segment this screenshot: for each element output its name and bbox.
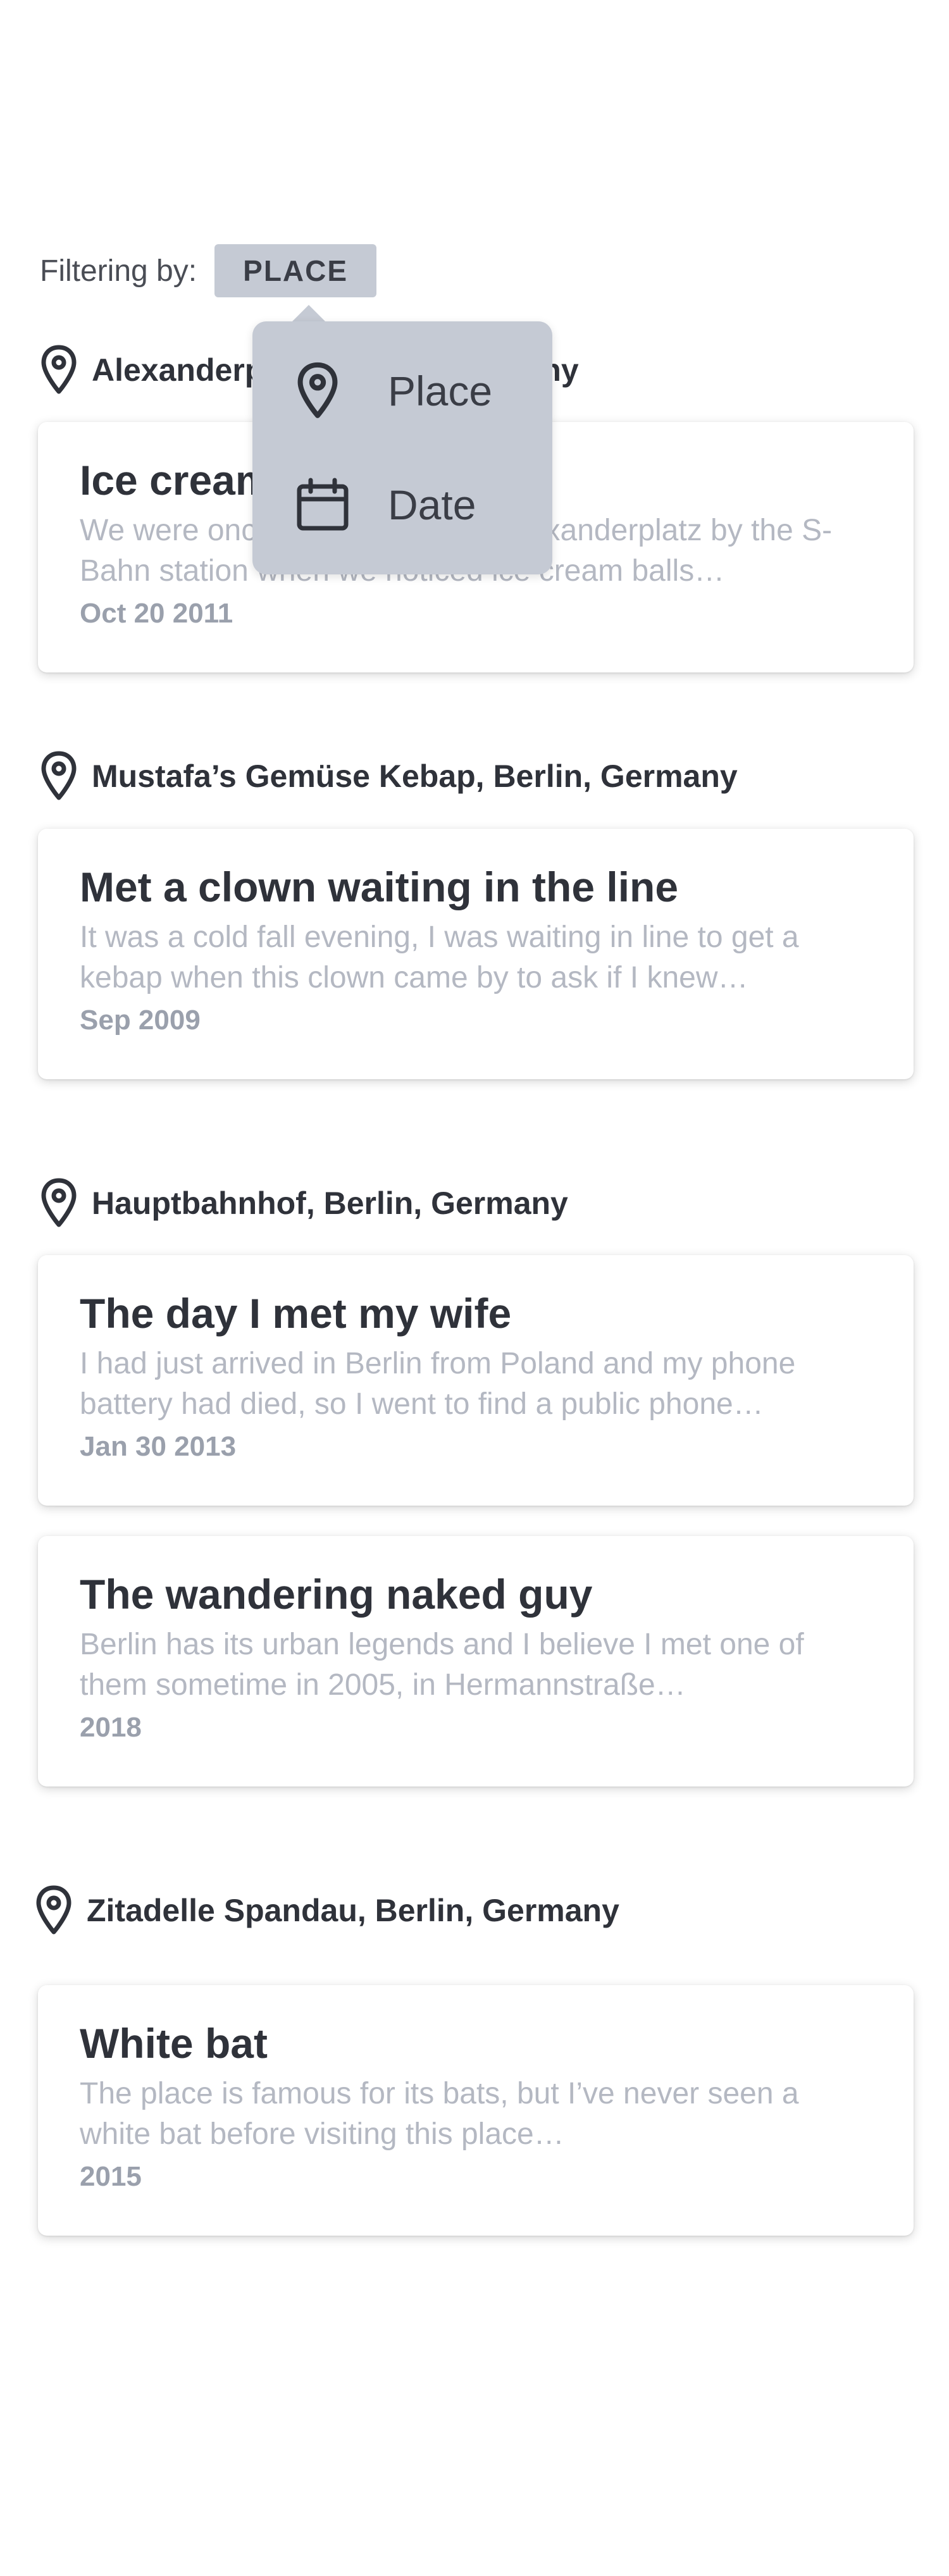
location-header: Hauptbahnhof, Berlin, Germany: [40, 1177, 568, 1230]
menu-item-place[interactable]: Place: [252, 334, 552, 448]
story-date: 2018: [80, 1712, 142, 1743]
pin-icon: [40, 1177, 80, 1230]
story-date: 2015: [80, 2161, 142, 2192]
calendar-icon: [295, 478, 365, 532]
story-card[interactable]: The day I met my wife I had just arrived…: [38, 1255, 914, 1506]
story-title: Met a clown waiting in the line: [80, 864, 679, 910]
location-name: Zitadelle Spandau, Berlin, Germany: [87, 1893, 619, 1928]
story-card[interactable]: The wandering naked guy Berlin has its u…: [38, 1536, 914, 1786]
filter-dropdown-button[interactable]: PLACE: [214, 244, 377, 297]
menu-item-label: Place: [388, 368, 493, 414]
menu-item-label: Date: [388, 481, 476, 528]
story-date: Sep 2009: [80, 1005, 201, 1036]
story-date: Oct 20 2011: [80, 598, 233, 629]
story-title: The day I met my wife: [80, 1290, 512, 1337]
story-card[interactable]: White bat The place is famous for its ba…: [38, 1985, 914, 2236]
pin-icon: [40, 750, 80, 803]
story-title: The wandering naked guy: [80, 1571, 593, 1618]
location-name: Hauptbahnhof, Berlin, Germany: [92, 1186, 568, 1221]
story-excerpt: Berlin has its urban legends and I belie…: [80, 1628, 804, 1702]
menu-item-date[interactable]: Date: [252, 448, 552, 562]
filter-label: Filtering by:: [40, 254, 197, 288]
story-excerpt: It was a cold fall evening, I was waitin…: [80, 920, 799, 994]
pin-icon: [35, 1884, 75, 1937]
story-card[interactable]: Met a clown waiting in the line It was a…: [38, 829, 914, 1079]
dropdown-caret: [291, 305, 326, 323]
story-title: White bat: [80, 2020, 268, 2067]
location-header: Zitadelle Spandau, Berlin, Germany: [35, 1884, 619, 1937]
filter-dropdown-menu: Place Date: [252, 321, 552, 574]
pin-icon: [40, 344, 80, 397]
location-name: Mustafa’s Gemüse Kebap, Berlin, Germany: [92, 759, 738, 794]
pin-icon: [295, 361, 365, 421]
filter-bar: Filtering by: PLACE: [40, 243, 377, 299]
story-excerpt: The place is famous for its bats, but I’…: [80, 2077, 799, 2151]
location-header: Mustafa’s Gemüse Kebap, Berlin, Germany: [40, 750, 738, 803]
story-excerpt: I had just arrived in Berlin from Poland…: [80, 1347, 796, 1421]
story-date: Jan 30 2013: [80, 1431, 237, 1462]
